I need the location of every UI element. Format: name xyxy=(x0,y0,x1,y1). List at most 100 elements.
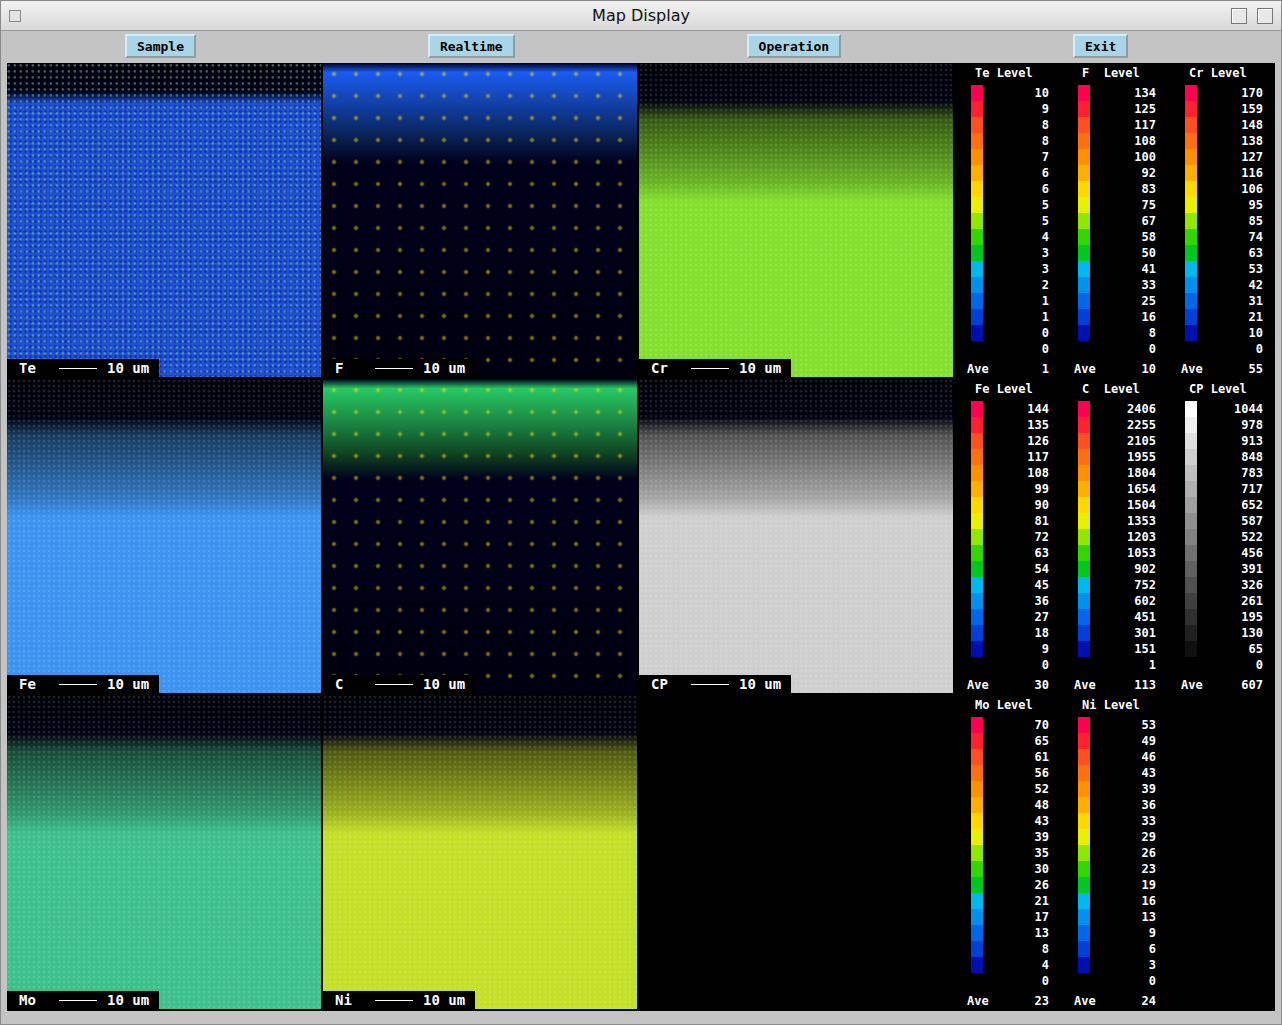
legend-value: 783 xyxy=(1197,465,1263,481)
legend-value: 52 xyxy=(983,781,1049,797)
legend-value: 17 xyxy=(983,909,1049,925)
average-label: Ave xyxy=(1181,361,1211,377)
legend-value: 1504 xyxy=(1090,497,1156,513)
legend-swatch xyxy=(971,717,983,733)
legend-value: 451 xyxy=(1090,609,1156,625)
legend-row: 9 xyxy=(967,641,1074,657)
legend-row: 50 xyxy=(1074,245,1181,261)
element-map: C10 um xyxy=(323,379,637,693)
legend-swatch xyxy=(1185,245,1197,261)
legend-swatch xyxy=(971,973,983,989)
toolbar-button[interactable]: Sample xyxy=(125,34,196,58)
legend-average: Ave10 xyxy=(1074,361,1181,377)
legend-value: 45 xyxy=(983,577,1049,593)
legend-value: 26 xyxy=(983,877,1049,893)
legend-row: 43 xyxy=(967,813,1074,829)
legend-value: 717 xyxy=(1197,481,1263,497)
legend-value: 1 xyxy=(1090,657,1156,673)
legend-row: 17 xyxy=(967,909,1074,925)
element-name: F xyxy=(335,360,365,376)
scale-text: 10 um xyxy=(423,360,465,376)
legend-value: 8 xyxy=(983,133,1049,149)
legend-swatch xyxy=(1185,197,1197,213)
legend-row: 301 xyxy=(1074,625,1181,641)
legend-swatch xyxy=(1078,765,1090,781)
legend-value: 138 xyxy=(1197,133,1263,149)
legend-swatch xyxy=(971,197,983,213)
legend-row: 1654 xyxy=(1074,481,1181,497)
legend-row: 9 xyxy=(967,101,1074,117)
legend-row: 6 xyxy=(967,181,1074,197)
legend-swatch xyxy=(1078,261,1090,277)
scale-text: 10 um xyxy=(423,992,465,1008)
legend-title: C Level xyxy=(1074,381,1181,397)
element-map: Fe10 um xyxy=(7,379,321,693)
legend-average: Ave1 xyxy=(967,361,1074,377)
legend-value: 1044 xyxy=(1197,401,1263,417)
legend-swatch xyxy=(1185,657,1197,673)
window-menu-icon[interactable] xyxy=(9,10,21,22)
legend-row: 1 xyxy=(967,309,1074,325)
legend-row: 125 xyxy=(1074,101,1181,117)
element-name: C xyxy=(335,676,365,692)
level-legend: Mo Level7065615652484339353026211713840A… xyxy=(967,697,1074,1009)
legend-row: 52 xyxy=(967,781,1074,797)
legend-value: 108 xyxy=(983,465,1049,481)
legend-value: 31 xyxy=(1197,293,1263,309)
legend-row: 13 xyxy=(967,925,1074,941)
toolbar-button[interactable]: Realtime xyxy=(428,34,515,58)
legend-row: 92 xyxy=(1074,165,1181,181)
legend-value: 41 xyxy=(1090,261,1156,277)
legend-value: 261 xyxy=(1197,593,1263,609)
legend-value: 587 xyxy=(1197,513,1263,529)
legend-value: 1203 xyxy=(1090,529,1156,545)
legend-row: 46 xyxy=(1074,749,1181,765)
legend-value: 2 xyxy=(983,277,1049,293)
toolbar-button[interactable]: Exit xyxy=(1073,34,1128,58)
legend-row: 126 xyxy=(967,433,1074,449)
legend-swatch xyxy=(1078,877,1090,893)
legend-value: 5 xyxy=(983,213,1049,229)
legend-value: 74 xyxy=(1197,229,1263,245)
legend-row: 0 xyxy=(967,973,1074,989)
legend-value: 602 xyxy=(1090,593,1156,609)
legend-swatch xyxy=(971,497,983,513)
legend-value: 75 xyxy=(1090,197,1156,213)
legend-value: 25 xyxy=(1090,293,1156,309)
legend-value: 301 xyxy=(1090,625,1156,641)
legend-value: 8 xyxy=(983,941,1049,957)
legend-value: 1353 xyxy=(1090,513,1156,529)
legend-value: 39 xyxy=(1090,781,1156,797)
legend-row: 4 xyxy=(967,957,1074,973)
average-label: Ave xyxy=(967,993,997,1009)
map-grid: Te10 umF10 umCr10 umTe Level109887665543… xyxy=(7,63,1275,1011)
legend-swatch xyxy=(971,149,983,165)
legend-value: 170 xyxy=(1197,85,1263,101)
minimize-icon[interactable] xyxy=(1231,8,1247,24)
legend-row: 26 xyxy=(967,877,1074,893)
legend-row: 43 xyxy=(1074,765,1181,781)
legend-row: 26 xyxy=(1074,845,1181,861)
legend-swatch xyxy=(971,401,983,417)
toolbar-button[interactable]: Operation xyxy=(747,34,841,58)
legend-value: 8 xyxy=(1090,325,1156,341)
legend-value: 95 xyxy=(1197,197,1263,213)
legend-row: 16 xyxy=(1074,893,1181,909)
element-name: Mo xyxy=(19,992,49,1008)
legend-swatch xyxy=(1185,149,1197,165)
legend-row: 5 xyxy=(967,197,1074,213)
average-value: 55 xyxy=(1211,361,1263,377)
legend-row: 21 xyxy=(1181,309,1282,325)
legend-swatch xyxy=(971,85,983,101)
maximize-icon[interactable] xyxy=(1257,8,1273,24)
legend-row: 717 xyxy=(1181,481,1282,497)
legend-title: Mo Level xyxy=(967,697,1074,713)
legend-row: 522 xyxy=(1181,529,1282,545)
title-bar: Map Display xyxy=(1,1,1281,31)
legend-row: 159 xyxy=(1181,101,1282,117)
legend-row: 45 xyxy=(967,577,1074,593)
legend-swatch xyxy=(1185,165,1197,181)
legend-swatch xyxy=(1185,449,1197,465)
legend-swatch xyxy=(1078,561,1090,577)
legend-swatch xyxy=(971,165,983,181)
